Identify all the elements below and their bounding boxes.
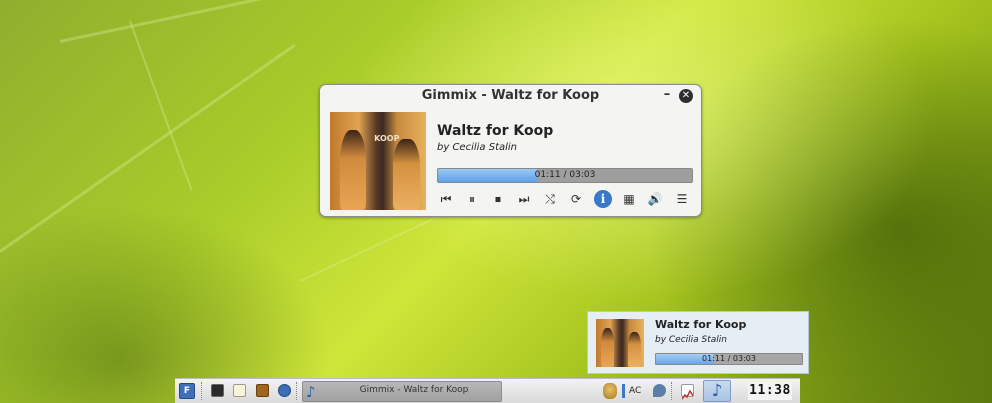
- taskbar-separator: [296, 382, 298, 400]
- stop-button[interactable]: ⏹: [489, 190, 507, 208]
- text-editor-icon[interactable]: [233, 384, 246, 397]
- cover-figure: [627, 332, 642, 367]
- info-button[interactable]: i: [594, 190, 612, 208]
- cpu-monitor-icon[interactable]: [681, 384, 694, 400]
- volume-icon: 🔊: [647, 192, 663, 206]
- volume-button[interactable]: 🔊: [646, 190, 664, 208]
- stop-icon: ⏹: [494, 192, 501, 206]
- gimmix-window: Gimmix - Waltz for Koop – ✕ KOOP Waltz f…: [319, 84, 702, 217]
- preferences-icon: ▦: [623, 192, 635, 206]
- window-title: Gimmix - Waltz for Koop: [421, 88, 600, 103]
- next-icon: ⏭: [518, 192, 530, 206]
- notification-progress-bar: 01:11 / 03:03: [655, 353, 803, 365]
- taskbar-task-label: Gimmix - Waltz for Koop: [359, 385, 469, 395]
- cover-figure: [339, 129, 367, 210]
- gimmix-tray-icon[interactable]: ♪: [703, 380, 731, 402]
- notification-song-title: Waltz for Koop: [655, 318, 747, 331]
- progress-time-label: 01:11 / 03:03: [534, 170, 596, 180]
- next-button[interactable]: ⏭: [515, 190, 533, 208]
- cover-figure: [600, 327, 615, 367]
- song-title: Waltz for Koop: [437, 123, 554, 139]
- taskbar-separator: [201, 382, 203, 400]
- terminal-icon[interactable]: [211, 384, 224, 397]
- album-cover: KOOP: [330, 112, 426, 210]
- previous-button[interactable]: ⏮: [437, 190, 455, 208]
- taskbar: F ♪ Gimmix - Waltz for Koop AC ♪ 11:38: [175, 378, 800, 403]
- playlist-icon: ☰: [676, 192, 688, 206]
- taskbar-task-gimmix[interactable]: ♪ Gimmix - Waltz for Koop: [302, 381, 502, 402]
- window-titlebar[interactable]: Gimmix - Waltz for Koop – ✕: [320, 85, 701, 107]
- notification-album-cover: [596, 319, 644, 367]
- start-menu-icon[interactable]: F: [179, 383, 195, 399]
- cover-text: KOOP: [374, 133, 400, 143]
- clock[interactable]: 11:38: [748, 382, 792, 400]
- cover-figure: [393, 139, 421, 210]
- pause-icon: ⏸: [468, 192, 475, 206]
- minimize-button[interactable]: –: [661, 88, 673, 102]
- shuffle-button[interactable]: ⤭: [541, 190, 559, 208]
- power-source-label: AC: [629, 386, 642, 396]
- seek-progress-bar[interactable]: 01:11 / 03:03: [437, 168, 693, 183]
- battery-monitor-icon[interactable]: [603, 383, 617, 399]
- network-icon[interactable]: [653, 384, 666, 397]
- song-artist: by Cecilia Stalin: [437, 142, 518, 153]
- repeat-button[interactable]: ⟳: [567, 190, 585, 208]
- notification-progress-label: 01:11 / 03:03: [702, 354, 756, 363]
- web-browser-icon[interactable]: [278, 384, 291, 397]
- cpu-graph-icon: [681, 389, 694, 400]
- playlist-button[interactable]: ☰: [673, 190, 691, 208]
- close-button[interactable]: ✕: [679, 89, 693, 103]
- leaf-vein: [59, 0, 472, 43]
- preferences-button[interactable]: ▦: [620, 190, 638, 208]
- notification-artist: by Cecilia Stalin: [655, 335, 728, 345]
- battery-level-bar: [622, 384, 625, 398]
- leaf-vein: [129, 20, 193, 191]
- song-notification[interactable]: Waltz for Koop by Cecilia Stalin 01:11 /…: [587, 311, 809, 374]
- music-note-icon: ♪: [306, 383, 316, 401]
- file-manager-icon[interactable]: [256, 384, 269, 397]
- repeat-icon: ⟳: [570, 192, 582, 206]
- pause-button[interactable]: ⏸: [463, 190, 481, 208]
- music-note-icon: ♪: [711, 381, 723, 401]
- previous-icon: ⏮: [440, 192, 452, 206]
- taskbar-separator: [671, 382, 673, 400]
- shuffle-icon: ⤭: [545, 192, 555, 206]
- info-icon: i: [600, 192, 606, 206]
